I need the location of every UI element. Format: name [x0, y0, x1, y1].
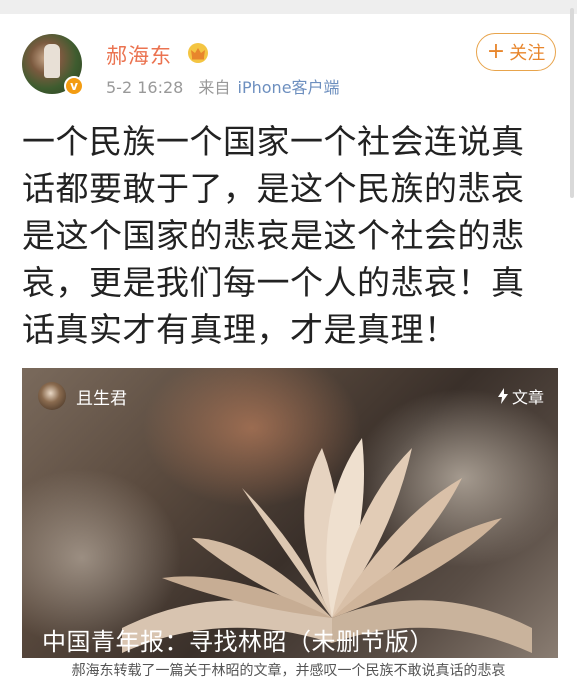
follow-label: 关注	[509, 43, 546, 64]
source-prefix: 来自	[198, 78, 231, 97]
article-tag: 文章	[497, 384, 544, 408]
article-title[interactable]: 中国青年报：寻找林昭（未删节版）	[42, 622, 434, 657]
avatar-figure	[44, 44, 60, 78]
card-author-name[interactable]: 且生君	[76, 384, 127, 409]
lightning-icon	[497, 388, 508, 404]
follow-button[interactable]: + 关注	[476, 33, 556, 71]
plus-icon: +	[486, 39, 506, 64]
top-status-strip	[0, 0, 577, 14]
scrollbar-thumb[interactable]	[570, 8, 574, 198]
card-author-avatar[interactable]	[38, 382, 66, 410]
post-body-text: 一个民族一个国家一个社会连说真话都要敢于了，是这个民族的悲哀是这个国家的悲哀是这…	[22, 122, 525, 349]
post-time: 5-2 16:28	[106, 78, 184, 97]
post-meta: 5-2 16:28 来自 iPhone客户端	[106, 74, 340, 98]
image-caption: 郝海东转载了一篇关于林昭的文章，并感叹一个民族不敢说真话的悲哀	[0, 658, 577, 685]
username[interactable]: 郝海东	[106, 40, 172, 70]
crown-icon	[188, 43, 208, 63]
article-card[interactable]: 且生君 文章 中国青年报：寻找林昭（未删节版）	[22, 368, 558, 658]
post-source[interactable]: iPhone客户端	[238, 78, 340, 97]
article-tag-label: 文章	[511, 388, 544, 407]
verified-badge-icon: v	[64, 76, 84, 96]
